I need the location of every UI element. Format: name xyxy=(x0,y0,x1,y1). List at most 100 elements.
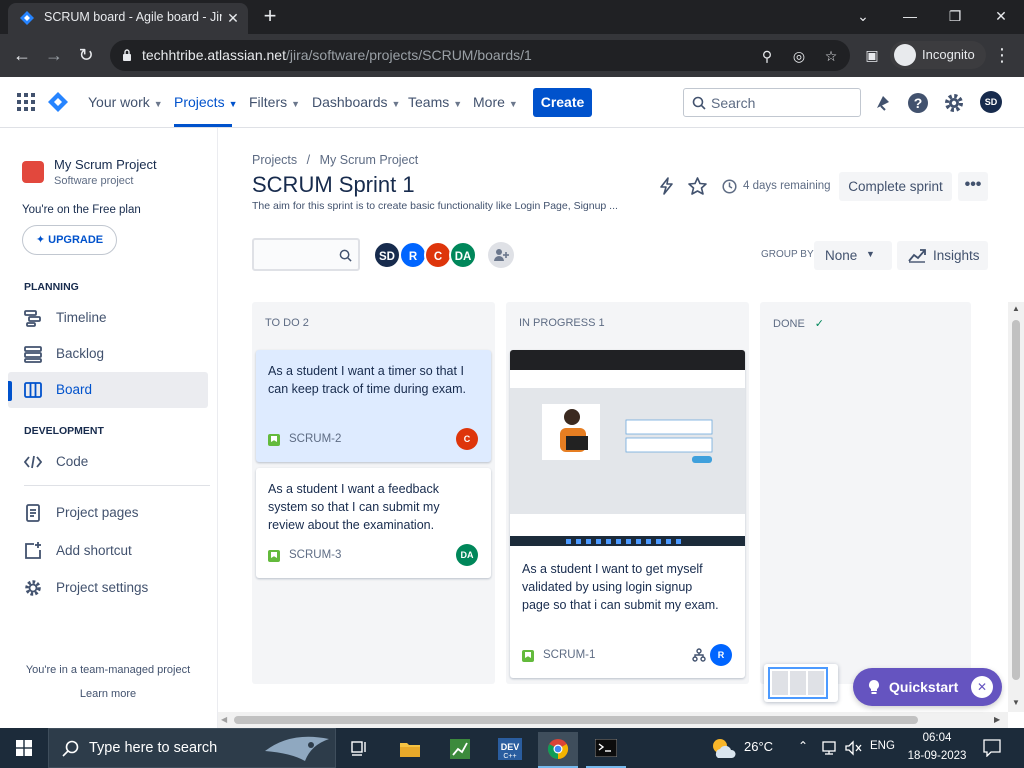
scrollbar-thumb[interactable] xyxy=(1012,320,1020,680)
app-switcher-icon[interactable] xyxy=(17,93,35,111)
sidebar-item-label: Board xyxy=(56,382,93,397)
child-issues-icon[interactable] xyxy=(692,648,706,662)
weather-temperature[interactable]: 26°C xyxy=(744,739,773,754)
incognito-icon xyxy=(894,44,916,66)
zoom-icon[interactable]: ⚲ xyxy=(758,47,776,65)
group-by-select[interactable]: None ▼ xyxy=(814,241,892,270)
tab-search-icon[interactable]: ⌄ xyxy=(848,4,878,28)
window-close-icon[interactable]: ✕ xyxy=(986,4,1016,28)
search-input[interactable]: Search xyxy=(683,88,861,117)
board-minimap[interactable] xyxy=(764,664,838,702)
assignee-avatar[interactable]: DA xyxy=(456,544,478,566)
bookmark-star-icon[interactable]: ☆ xyxy=(822,47,840,65)
chevron-up-icon[interactable]: ⌃ xyxy=(798,739,808,753)
horizontal-scrollbar[interactable]: ◀ ▶ xyxy=(218,712,1008,728)
nav-projects[interactable]: Projects ▼ xyxy=(174,94,238,110)
assignee-avatar[interactable]: C xyxy=(456,428,478,450)
sidebar-item-board[interactable]: Board xyxy=(8,372,208,408)
more-actions-button[interactable]: ••• xyxy=(958,172,988,201)
scroll-up-icon[interactable]: ▲ xyxy=(1012,304,1020,313)
notification-center-icon[interactable] xyxy=(983,739,1001,757)
clock-time[interactable]: 06:04 xyxy=(908,732,966,744)
scroll-right-icon[interactable]: ▶ xyxy=(994,715,1000,724)
chrome-menu-icon[interactable]: ⋮ xyxy=(990,43,1014,67)
issue-card[interactable]: As a student I want to get myself valida… xyxy=(510,350,745,678)
complete-sprint-button[interactable]: Complete sprint xyxy=(839,172,952,201)
create-button[interactable]: Create xyxy=(533,88,592,117)
taskbar-search-input[interactable]: Type here to search xyxy=(48,728,336,768)
weather-partly-cloudy-icon[interactable] xyxy=(710,736,738,760)
issue-card[interactable]: As a student I want a feedback system so… xyxy=(256,468,491,578)
back-icon[interactable]: ← xyxy=(10,43,34,67)
settings-gear-icon[interactable] xyxy=(943,92,965,114)
new-tab-icon[interactable]: + xyxy=(258,5,282,29)
nav-filters[interactable]: Filters ▼ xyxy=(249,94,300,110)
filter-avatar[interactable]: DA xyxy=(449,241,477,269)
sidebar-item-add-shortcut[interactable]: Add shortcut xyxy=(8,533,208,569)
filter-avatar[interactable]: C xyxy=(424,241,452,269)
task-view-icon[interactable] xyxy=(340,732,380,768)
vertical-scrollbar[interactable]: ▲ ▼ xyxy=(1008,302,1024,712)
network-icon[interactable] xyxy=(820,740,838,756)
incognito-badge[interactable]: Incognito xyxy=(890,41,986,69)
address-bar[interactable]: techhtribe.atlassian.net/jira/software/p… xyxy=(110,40,850,71)
profile-avatar[interactable]: SD xyxy=(980,91,1002,113)
minimap-viewport[interactable] xyxy=(768,667,828,699)
automation-lightning-icon[interactable] xyxy=(659,177,675,195)
development-header: DEVELOPMENT xyxy=(24,425,104,437)
sidebar-item-timeline[interactable]: Timeline xyxy=(8,300,208,336)
sidebar-item-code[interactable]: Code xyxy=(8,444,208,480)
sidebar-item-project-pages[interactable]: Project pages xyxy=(8,495,208,531)
learn-more-link[interactable]: Learn more xyxy=(0,688,216,700)
issue-card[interactable]: As a student I want a timer so that I ca… xyxy=(256,350,491,462)
browser-tab[interactable]: SCRUM board - Agile board - Jira ✕ xyxy=(8,3,248,34)
scroll-down-icon[interactable]: ▼ xyxy=(1012,698,1020,707)
chrome-icon[interactable] xyxy=(538,732,578,768)
forward-icon[interactable]: → xyxy=(42,43,66,67)
tab-close-icon[interactable]: ✕ xyxy=(224,9,242,27)
file-explorer-icon[interactable] xyxy=(390,732,430,768)
add-people-button[interactable] xyxy=(488,242,514,268)
close-icon[interactable]: ✕ xyxy=(971,676,993,698)
add-person-icon xyxy=(494,249,509,261)
restore-icon[interactable]: ❐ xyxy=(940,4,970,28)
nav-dashboards[interactable]: Dashboards ▼ xyxy=(312,94,400,110)
nav-more[interactable]: More ▼ xyxy=(473,94,518,110)
upgrade-button[interactable]: ✦ UPGRADE xyxy=(22,225,117,255)
insights-label: Insights xyxy=(933,248,980,263)
reload-icon[interactable]: ↻ xyxy=(74,43,98,67)
breadcrumb-project[interactable]: My Scrum Project xyxy=(320,153,419,167)
quickstart-button[interactable]: Quickstart ✕ xyxy=(853,668,1002,706)
input-language[interactable]: ENG xyxy=(870,740,895,752)
breadcrumb-projects[interactable]: Projects xyxy=(252,153,297,167)
clock-date[interactable]: 18-09-2023 xyxy=(900,750,974,762)
sidebar-item-label: Timeline xyxy=(56,310,107,325)
side-panel-icon[interactable]: ▣ xyxy=(860,43,884,67)
filter-avatar[interactable]: R xyxy=(399,241,427,269)
terminal-icon[interactable] xyxy=(586,732,626,768)
sidebar-item-backlog[interactable]: Backlog xyxy=(8,336,208,372)
filter-avatar[interactable]: SD xyxy=(373,241,401,269)
scroll-left-icon[interactable]: ◀ xyxy=(221,715,227,724)
board-search-input[interactable] xyxy=(252,238,360,271)
jira-logo-icon[interactable] xyxy=(48,92,68,112)
assignee-avatar[interactable]: R xyxy=(710,644,732,666)
tracking-protection-icon[interactable]: ◎ xyxy=(790,47,808,65)
sidebar-item-project-settings[interactable]: Project settings xyxy=(8,570,208,606)
browser-tab-strip: SCRUM board - Agile board - Jira ✕ + ⌄ —… xyxy=(0,0,1024,34)
scrollbar-thumb[interactable] xyxy=(234,716,918,724)
star-icon[interactable] xyxy=(688,177,707,195)
dev-cpp-icon[interactable]: DEV C++ xyxy=(490,732,530,768)
project-name[interactable]: My Scrum Project xyxy=(54,157,157,172)
notifications-icon[interactable] xyxy=(872,92,894,114)
minimize-icon[interactable]: — xyxy=(895,4,925,28)
spreadsheet-app-icon[interactable] xyxy=(440,732,480,768)
windows-start-icon[interactable] xyxy=(16,740,32,756)
volume-muted-icon[interactable] xyxy=(844,740,862,756)
chevron-down-icon: ▼ xyxy=(508,99,518,109)
nav-your-work[interactable]: Your work ▼ xyxy=(88,94,163,110)
nav-teams[interactable]: Teams ▼ xyxy=(408,94,462,110)
insights-button[interactable]: Insights xyxy=(897,241,988,270)
story-icon xyxy=(268,434,280,446)
help-icon[interactable]: ? xyxy=(907,92,929,114)
